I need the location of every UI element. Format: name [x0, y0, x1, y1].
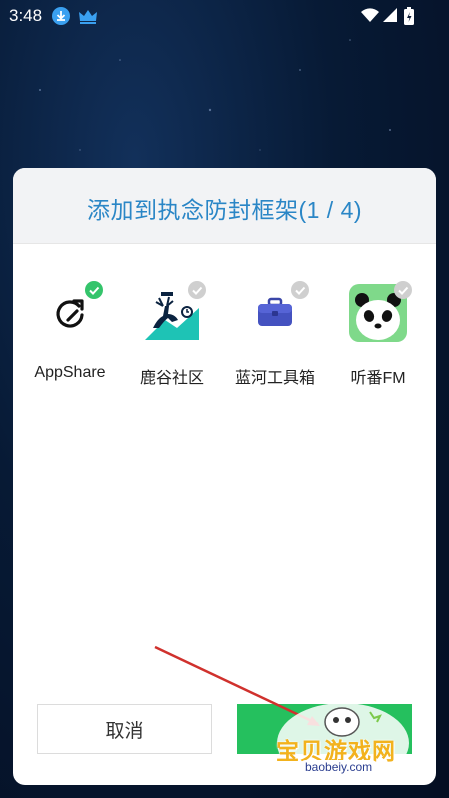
download-icon	[51, 6, 71, 31]
status-bar: 3:48	[0, 0, 449, 32]
check-icon	[89, 286, 100, 295]
status-time: 3:48	[9, 6, 43, 25]
check-icon	[295, 286, 306, 295]
dialog-header: 添加到执念防封框架(1 / 4)	[13, 168, 436, 244]
app-checkbox-tingfan-fm[interactable]	[394, 281, 412, 299]
dialog-title: 添加到执念防封框架(1 / 4)	[86, 197, 363, 223]
check-icon	[192, 286, 203, 295]
app-label-deer-valley: 鹿谷社区	[139, 370, 204, 387]
app-checkbox-appshare[interactable]	[85, 281, 103, 299]
watermark-url: baobeiy.com	[299, 760, 379, 774]
app-checkbox-toolbox[interactable]	[291, 281, 309, 299]
app-label-appshare: AppShare	[34, 364, 106, 381]
signal-icon	[381, 6, 399, 29]
add-to-framework-dialog: 添加到执念防封框架(1 / 4) AppShare 鹿谷社区 蓝河工具箱 听番F…	[13, 168, 436, 785]
app-label-tingfan-fm: 听番FM	[350, 370, 406, 387]
check-icon	[398, 286, 409, 295]
battery-icon	[403, 6, 415, 31]
app-checkbox-deer-valley[interactable]	[188, 281, 206, 299]
wifi-icon	[360, 6, 380, 29]
cancel-button[interactable]: 取消	[37, 704, 212, 754]
crown-icon	[77, 6, 99, 31]
app-label-toolbox: 蓝河工具箱	[234, 370, 315, 387]
